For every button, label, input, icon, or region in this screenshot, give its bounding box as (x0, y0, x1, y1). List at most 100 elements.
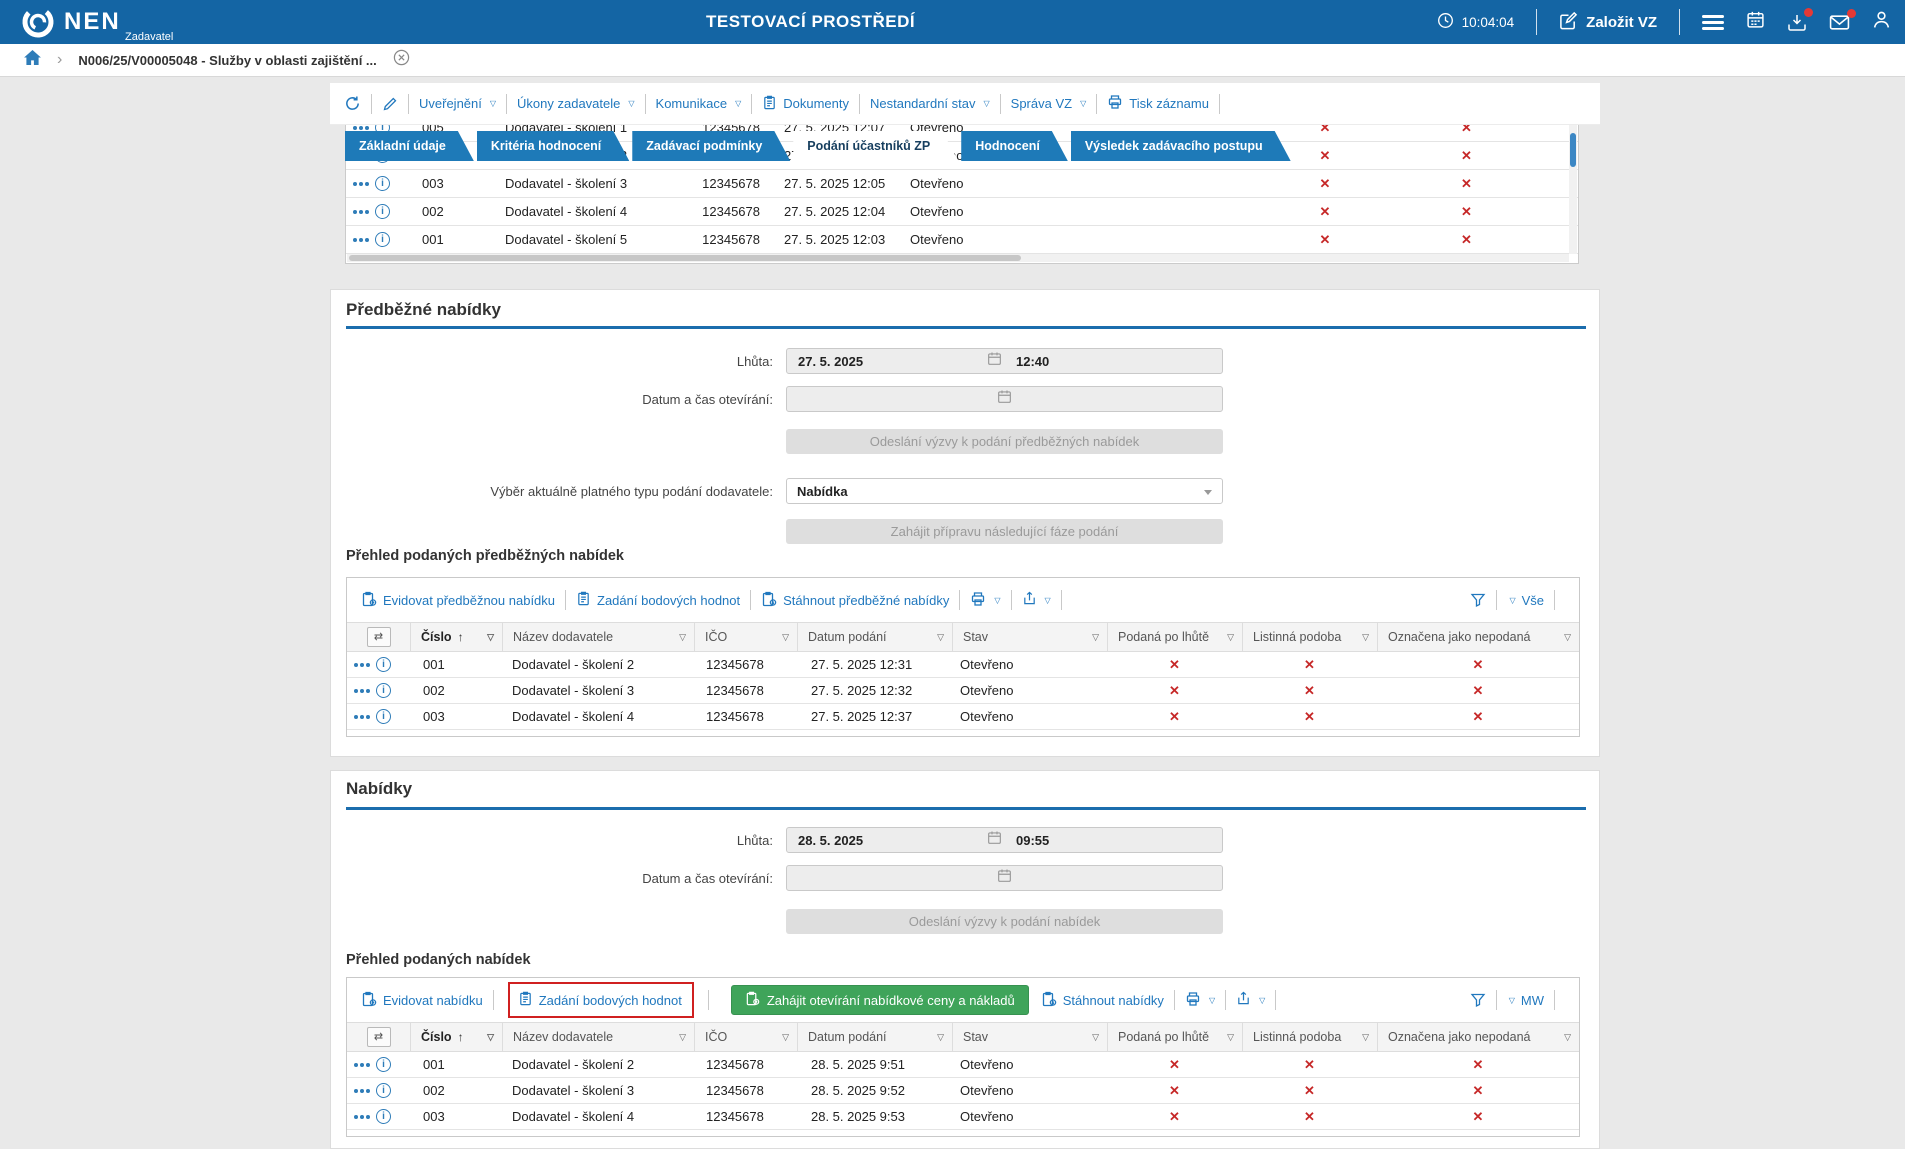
filter-caret-icon[interactable]: ▽ (1362, 632, 1369, 643)
tab-zadavaci-podminky[interactable]: Zadávací podmínky (632, 131, 790, 161)
record-bid-button[interactable]: Evidovat nabídku (361, 991, 483, 1010)
filter-caret-icon[interactable]: ▽ (679, 632, 686, 643)
filter-caret-icon[interactable]: ▽ (679, 1032, 686, 1043)
info-icon[interactable]: i (376, 1057, 391, 1072)
filter-caret-icon[interactable]: ▽ (937, 632, 944, 643)
filter-caret-icon[interactable]: ▽ (487, 632, 494, 643)
col-podana-po-lhute[interactable]: Podaná po lhůtě▽ (1107, 1023, 1242, 1051)
col-ico[interactable]: IČO▽ (694, 1023, 797, 1051)
filter-preset[interactable]: ▽Vše (1507, 593, 1544, 608)
print-record-button[interactable]: Tisk záznamu (1107, 94, 1209, 113)
enter-points-button[interactable]: Zadání bodových hodnot (576, 591, 740, 609)
row-menu-icon[interactable] (354, 1063, 370, 1067)
filter-caret-icon[interactable]: ▽ (1227, 632, 1234, 643)
menu-uverejneni[interactable]: Uveřejnění▽ (419, 96, 496, 111)
download-prelim-offers-button[interactable]: Stáhnout předběžné nabídky (761, 591, 949, 610)
table-row[interactable]: i002Dodavatel - školení 41234567827. 5. … (346, 198, 1578, 226)
table-row[interactable]: i002Dodavatel - školení 31234567828. 5. … (347, 1078, 1579, 1104)
table-row[interactable]: i003Dodavatel - školení 41234567828. 5. … (347, 1104, 1579, 1130)
send-prelim-request-button[interactable]: Odeslání výzvy k podání předběžných nabí… (786, 429, 1223, 454)
horizontal-scrollbar[interactable] (347, 254, 1569, 262)
history-icon[interactable] (344, 95, 361, 112)
export-button[interactable]: ▽ (1022, 591, 1051, 609)
info-icon[interactable]: i (376, 1083, 391, 1098)
record-prelim-offer-button[interactable]: Evidovat předběžnou nabídku (361, 591, 555, 610)
vertical-scrollbar[interactable] (1569, 115, 1577, 254)
col-oznacena-jako-nepodana[interactable]: Označena jako nepodaná▽ (1377, 623, 1579, 651)
filter-caret-icon[interactable]: ▽ (937, 1032, 944, 1043)
menu-dokumenty[interactable]: Dokumenty (762, 95, 849, 113)
close-record-icon[interactable] (393, 49, 410, 71)
filter-caret-icon[interactable]: ▽ (1092, 632, 1099, 643)
tab-podani-ucastniku-zp[interactable]: Podání účastníků ZP (793, 131, 958, 161)
tab-zakladni-udaje[interactable]: Základní údaje (345, 131, 474, 161)
col-nazev[interactable]: Název dodavatele▽ (502, 1023, 694, 1051)
info-icon[interactable]: i (375, 176, 390, 191)
row-menu-icon[interactable] (353, 182, 369, 186)
deadline-input[interactable]: 27. 5. 2025 12:40 (786, 348, 1223, 374)
row-menu-icon[interactable] (354, 663, 370, 667)
download-bids-button[interactable]: Stáhnout nabídky (1041, 991, 1164, 1010)
nen-logo[interactable]: NEN Zadavatel (20, 4, 121, 45)
downloads-icon[interactable] (1787, 13, 1807, 32)
table-settings-icon[interactable]: ⇄ (367, 1027, 391, 1047)
calendar-small-icon[interactable] (987, 351, 1002, 371)
filter-caret-icon[interactable]: ▽ (1092, 1032, 1099, 1043)
tab-vysledek-zadavaciho-postupu[interactable]: Výsledek zadávacího postupu (1071, 131, 1291, 161)
calendar-icon[interactable] (1746, 10, 1765, 34)
deadline-input[interactable]: 28. 5. 2025 09:55 (786, 827, 1223, 853)
col-oznacena-jako-nepodana[interactable]: Označena jako nepodaná▽ (1377, 1023, 1579, 1051)
col-nazev[interactable]: Název dodavatele▽ (502, 623, 694, 651)
filter-preset[interactable]: ▽MW (1507, 993, 1544, 1008)
col-stav[interactable]: Stav▽ (952, 623, 1107, 651)
submission-type-select[interactable]: Nabídka (786, 478, 1223, 504)
col-podana-po-lhute[interactable]: Podaná po lhůtě▽ (1107, 623, 1242, 651)
user-profile-icon[interactable] (1872, 10, 1891, 34)
row-menu-icon[interactable] (354, 689, 370, 693)
table-row[interactable]: i001Dodavatel - školení 21234567828. 5. … (347, 1052, 1579, 1078)
send-bids-request-button[interactable]: Odeslání výzvy k podání nabídek (786, 909, 1223, 934)
info-icon[interactable]: i (375, 204, 390, 219)
filter-icon[interactable] (1470, 992, 1486, 1008)
col-listinna-podoba[interactable]: Listinná podoba▽ (1242, 1023, 1377, 1051)
row-menu-icon[interactable] (354, 1115, 370, 1119)
table-row[interactable]: i001Dodavatel - školení 51234567827. 5. … (346, 226, 1578, 254)
table-settings-icon[interactable]: ⇄ (367, 627, 391, 647)
col-datum[interactable]: Datum podání▽ (797, 1023, 952, 1051)
calendar-small-icon[interactable] (997, 868, 1012, 888)
tab-hodnoceni[interactable]: Hodnocení (961, 131, 1068, 161)
info-icon[interactable]: i (376, 709, 391, 724)
tab-kriteria-hodnoceni[interactable]: Kritéria hodnocení (477, 131, 629, 161)
print-table-button[interactable]: ▽ (970, 591, 1000, 610)
open-bid-prices-button[interactable]: Zahájit otevírání nabídkové ceny a nákla… (731, 985, 1029, 1015)
filter-caret-icon[interactable]: ▽ (782, 1032, 789, 1043)
info-icon[interactable]: i (376, 1109, 391, 1124)
opening-input[interactable] (786, 386, 1223, 412)
menu-sprava-vz[interactable]: Správa VZ▽ (1011, 96, 1087, 111)
row-menu-icon[interactable] (353, 238, 369, 242)
filter-caret-icon[interactable]: ▽ (1227, 1032, 1234, 1043)
col-stav[interactable]: Stav▽ (952, 1023, 1107, 1051)
info-icon[interactable]: i (375, 232, 390, 247)
info-icon[interactable]: i (376, 657, 391, 672)
filter-icon[interactable] (1470, 592, 1486, 608)
table-row[interactable]: i002Dodavatel - školení 31234567827. 5. … (347, 678, 1579, 704)
filter-caret-icon[interactable]: ▽ (1362, 1032, 1369, 1043)
calendar-small-icon[interactable] (987, 830, 1002, 850)
messages-icon[interactable] (1829, 14, 1850, 31)
menu-nestandardni-stav[interactable]: Nestandardní stav▽ (870, 96, 990, 111)
export-button[interactable]: ▽ (1236, 991, 1265, 1009)
menu-icon[interactable] (1702, 15, 1724, 30)
row-menu-icon[interactable] (353, 210, 369, 214)
row-menu-icon[interactable] (354, 1089, 370, 1093)
breadcrumb-item[interactable]: N006/25/V00005048 - Služby v oblasti zaj… (78, 53, 376, 68)
print-table-button[interactable]: ▽ (1185, 991, 1215, 1010)
filter-caret-icon[interactable]: ▽ (487, 1032, 494, 1043)
edit-icon[interactable] (382, 96, 398, 112)
next-phase-button[interactable]: Zahájit přípravu následující fáze podání (786, 519, 1223, 544)
calendar-small-icon[interactable] (997, 389, 1012, 409)
table-row[interactable]: i003Dodavatel - školení 31234567827. 5. … (346, 170, 1578, 198)
row-menu-icon[interactable] (354, 715, 370, 719)
col-cislo[interactable]: Číslo↑▽ (410, 623, 502, 651)
col-cislo[interactable]: Číslo↑▽ (410, 1023, 502, 1051)
